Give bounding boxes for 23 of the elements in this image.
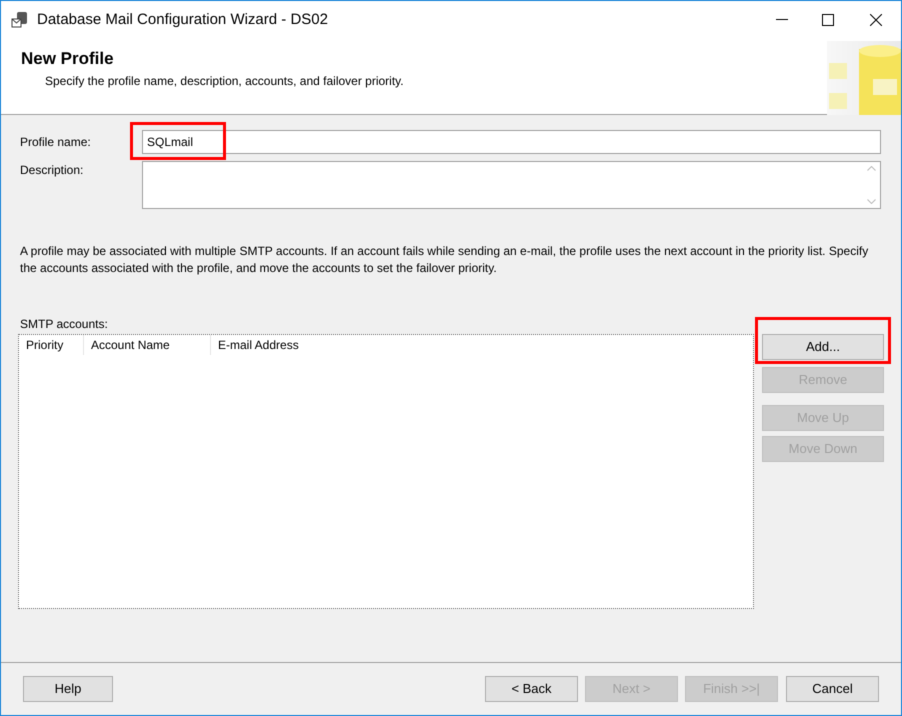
- database-icon: [11, 11, 29, 29]
- maximize-icon: [822, 14, 834, 26]
- scroll-down-icon[interactable]: [867, 199, 876, 204]
- column-header[interactable]: E-mail Address: [211, 335, 361, 355]
- close-icon: [870, 14, 882, 26]
- help-button[interactable]: Help: [23, 676, 113, 702]
- scroll-up-icon[interactable]: [867, 166, 876, 171]
- window-title: Database Mail Configuration Wizard - DS02: [37, 10, 328, 30]
- column-header[interactable]: Priority: [19, 335, 84, 355]
- page-subtitle: Specify the profile name, description, accounts, and failover priority.: [44, 72, 404, 90]
- info-text: A profile may be associated with multiple SMTP accounts. If an account fails while sending an e-mail, the profile uses the next account in the priority list. Specify the accounts associated with the profile, and move the accounts to set the failover priority.: [19, 243, 870, 277]
- description-label: Description:: [19, 162, 84, 179]
- page-title: New Profile: [21, 48, 115, 70]
- back-button[interactable]: < Back: [485, 676, 578, 702]
- profile-name-label: Profile name:: [19, 134, 92, 151]
- minimize-icon: [776, 19, 788, 21]
- cancel-button[interactable]: Cancel: [786, 676, 879, 702]
- accounts-list[interactable]: Priority Account Name E-mail Address: [18, 334, 754, 609]
- column-header[interactable]: Account Name: [84, 335, 211, 355]
- description-field[interactable]: [142, 161, 881, 209]
- profile-name-field[interactable]: SQLmail: [142, 130, 881, 154]
- smtp-accounts-label: SMTP accounts:: [19, 316, 109, 333]
- add-button[interactable]: Add...: [762, 334, 884, 360]
